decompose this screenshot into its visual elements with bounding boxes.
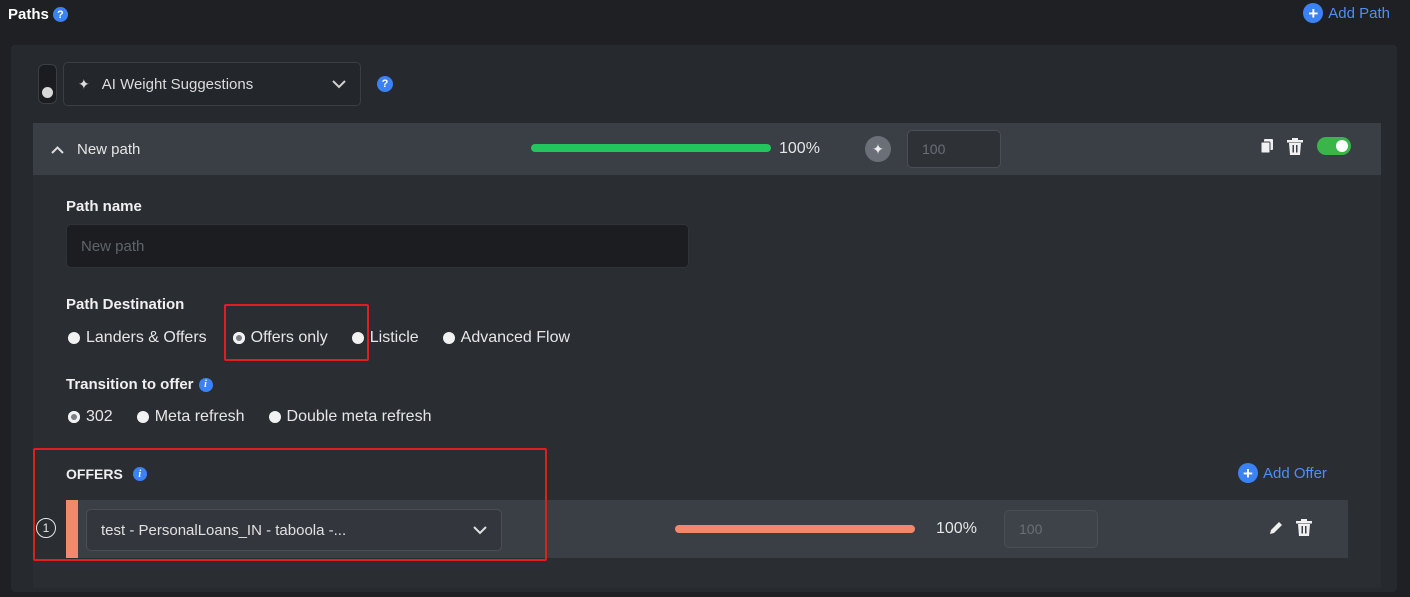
paths-title: Paths ? xyxy=(8,6,68,23)
radio-advanced-flow[interactable]: Advanced Flow xyxy=(442,329,570,347)
transition-options: 302 Meta refresh Double meta refresh xyxy=(68,408,445,426)
sparkle-icon: ✦ xyxy=(872,140,884,157)
path-title: New path xyxy=(77,140,141,158)
path-weight-bar xyxy=(531,144,771,152)
offer-weight-bar xyxy=(675,525,915,533)
path-actions xyxy=(1261,137,1351,155)
offer-actions xyxy=(1268,519,1312,536)
offer-dropdown[interactable]: test - PersonalLoans_IN - taboola -... xyxy=(86,509,502,551)
copy-icon[interactable] xyxy=(1261,139,1273,153)
path-name-label: Path name xyxy=(66,198,142,215)
chevron-up-icon[interactable] xyxy=(51,141,65,157)
path-destination-options: Landers & Offers Offers only Listicle Ad… xyxy=(68,329,584,347)
radio-dot xyxy=(68,332,80,344)
path-destination-label: Path Destination xyxy=(66,296,185,313)
info-icon[interactable]: i xyxy=(132,467,147,481)
radio-landers-offers[interactable]: Landers & Offers xyxy=(68,329,207,347)
ai-weight-dropdown[interactable]: ✦ AI Weight Suggestions xyxy=(63,62,361,106)
chevron-down-icon xyxy=(332,76,346,93)
offer-weight-input[interactable]: 100 xyxy=(1004,510,1098,548)
pencil-icon[interactable] xyxy=(1268,520,1284,536)
path-name-input[interactable]: New path xyxy=(66,224,689,268)
offers-title: OFFERS i xyxy=(66,466,147,482)
help-icon[interactable]: ? xyxy=(377,76,393,92)
ai-weight-row: ✦ AI Weight Suggestions ? xyxy=(38,62,393,106)
add-path-button[interactable]: + Add Path xyxy=(1303,3,1390,23)
radio-dot-selected xyxy=(68,411,80,423)
help-icon[interactable]: ? xyxy=(52,7,68,22)
offer-index-badge: 1 xyxy=(36,518,56,538)
trash-icon[interactable] xyxy=(1296,519,1312,536)
radio-dot xyxy=(442,332,455,344)
radio-double-meta-refresh[interactable]: Double meta refresh xyxy=(268,408,431,426)
ai-weight-toggle[interactable] xyxy=(38,64,57,104)
radio-listicle[interactable]: Listicle xyxy=(351,329,419,347)
offer-color-accent xyxy=(66,500,78,558)
info-icon[interactable]: i xyxy=(198,377,213,392)
path-weight-input[interactable]: 100 xyxy=(907,130,1001,168)
sparkle-icon: ✦ xyxy=(78,75,90,92)
radio-meta-refresh[interactable]: Meta refresh xyxy=(136,408,245,426)
offer-weight-percent: 100% xyxy=(936,520,977,537)
chevron-down-icon xyxy=(473,522,487,539)
radio-dot xyxy=(351,332,364,344)
add-offer-button[interactable]: + Add Offer xyxy=(1238,463,1327,483)
radio-dot-selected xyxy=(232,332,245,344)
ai-suggest-button[interactable]: ✦ xyxy=(865,136,891,162)
radio-dot xyxy=(268,411,281,423)
path-header[interactable]: New path 100% ✦ 100 xyxy=(33,123,1381,175)
path-active-toggle[interactable] xyxy=(1317,137,1351,155)
plus-circle-icon: + xyxy=(1303,3,1324,23)
radio-dot xyxy=(136,411,149,423)
path-weight-percent: 100% xyxy=(779,140,820,157)
trash-icon[interactable] xyxy=(1287,137,1303,155)
radio-offers-only[interactable]: Offers only xyxy=(232,329,328,347)
radio-302[interactable]: 302 xyxy=(68,408,113,426)
plus-circle-icon: + xyxy=(1238,463,1258,483)
transition-label: Transition to offer i xyxy=(66,376,213,393)
